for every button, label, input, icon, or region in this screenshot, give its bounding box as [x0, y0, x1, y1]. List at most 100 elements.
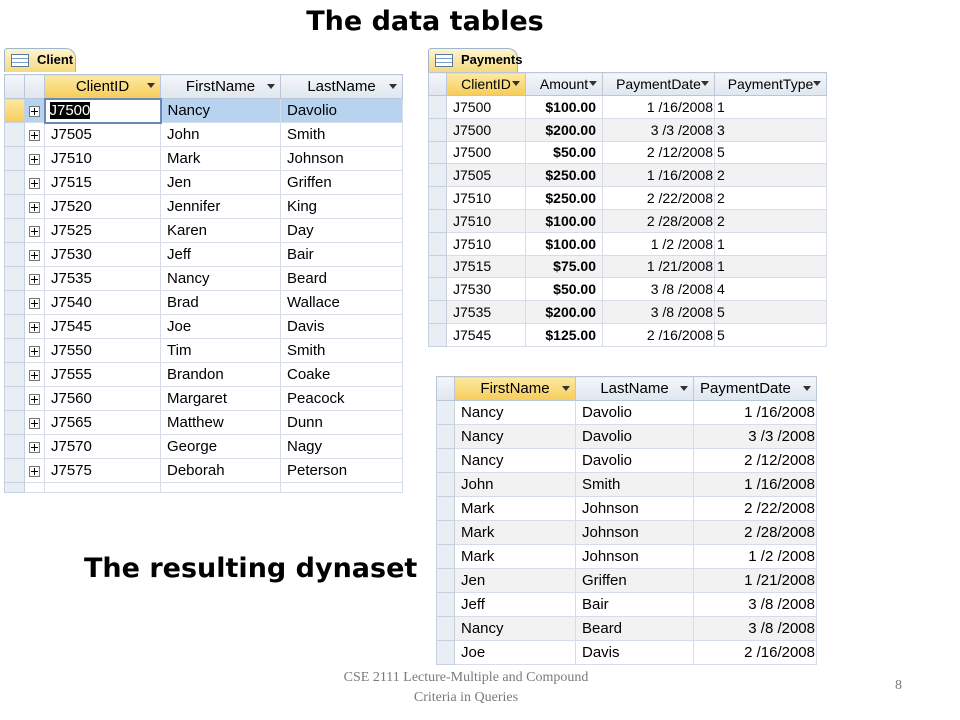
record-selector[interactable]: [436, 448, 455, 473]
cell-firstname[interactable]: Nancy: [454, 400, 576, 425]
column-header-amount[interactable]: Amount: [525, 72, 603, 96]
cell-lastname[interactable]: Beard: [575, 616, 694, 641]
record-selector[interactable]: [4, 314, 25, 339]
column-header-paymentdate[interactable]: PaymentDate: [693, 376, 817, 401]
cell-paymentdate[interactable]: 3 /3 /2008: [602, 117, 715, 142]
cell-paymentdate[interactable]: 3 /8 /2008: [602, 277, 715, 302]
cell-lastname[interactable]: Davolio: [575, 424, 694, 449]
plus-expand-icon[interactable]: [29, 153, 40, 165]
record-selector[interactable]: [428, 277, 447, 302]
cell-paymenttype[interactable]: 2: [714, 208, 827, 233]
record-selector[interactable]: [4, 194, 25, 219]
cell-paymentdate[interactable]: 2 /12/2008: [693, 448, 817, 473]
table-row[interactable]: J7500 $100.00 1 /16/2008 1: [428, 95, 827, 119]
plus-expand-icon[interactable]: [29, 177, 40, 189]
cell-firstname[interactable]: Jen: [454, 568, 576, 593]
record-selector[interactable]: [4, 290, 25, 315]
table-row[interactable]: Jen Griffen 1 /21/2008: [436, 568, 817, 593]
cell-lastname[interactable]: Davolio: [575, 448, 694, 473]
table-row[interactable]: J7510 $100.00 2 /28/2008 2: [428, 208, 827, 233]
record-selector[interactable]: [428, 208, 447, 233]
cell-paymentdate[interactable]: 1 /16/2008: [602, 95, 715, 119]
cell-amount[interactable]: $100.00: [525, 231, 603, 256]
cell-clientid[interactable]: J7505: [446, 163, 526, 188]
cell-firstname[interactable]: Nancy: [160, 98, 281, 123]
record-selector[interactable]: [436, 520, 455, 545]
cell-lastname[interactable]: Smith: [575, 472, 694, 497]
record-selector[interactable]: [4, 434, 25, 459]
table-row[interactable]: J7550 Tim Smith: [4, 338, 403, 363]
record-selector[interactable]: [4, 122, 25, 147]
cell-clientid[interactable]: J7510: [44, 146, 161, 171]
record-selector[interactable]: [4, 218, 25, 243]
cell-lastname[interactable]: Coake: [280, 362, 403, 387]
cell-firstname[interactable]: John: [454, 472, 576, 497]
table-row[interactable]: J7525 Karen Day: [4, 218, 403, 243]
plus-expand-icon[interactable]: [29, 249, 40, 261]
cell-clientid[interactable]: J7525: [44, 218, 161, 243]
cell-paymentdate[interactable]: 3 /8 /2008: [693, 616, 817, 641]
cell-firstname[interactable]: Joe: [160, 314, 281, 339]
record-selector[interactable]: [428, 163, 447, 188]
cell-paymentdate[interactable]: 2 /28/2008: [602, 208, 715, 233]
cell-lastname[interactable]: Nagy: [280, 434, 403, 459]
cell-paymenttype[interactable]: 5: [714, 322, 827, 347]
record-selector[interactable]: [436, 496, 455, 521]
table-row[interactable]: J7510 $250.00 2 /22/2008 2: [428, 186, 827, 210]
cell-paymenttype[interactable]: 5: [714, 140, 827, 165]
cell-firstname[interactable]: Tim: [160, 338, 281, 363]
dropdown-arrow-icon[interactable]: [267, 83, 275, 89]
cell-clientid[interactable]: J7565: [44, 410, 161, 435]
cell-clientid[interactable]: J7500: [446, 95, 526, 119]
cell-paymenttype[interactable]: 1: [714, 231, 827, 256]
cell-paymentdate[interactable]: 2 /16/2008: [602, 322, 715, 347]
cell-paymentdate[interactable]: 1 /2 /2008: [602, 231, 715, 256]
cell-amount[interactable]: $50.00: [525, 140, 603, 165]
expand-cell[interactable]: [24, 290, 45, 315]
cell-firstname[interactable]: Jeff: [454, 592, 576, 617]
cell-lastname[interactable]: Smith: [280, 122, 403, 147]
table-row[interactable]: Joe Davis 2 /16/2008: [436, 640, 817, 665]
cell-clientid[interactable]: J7545: [446, 322, 526, 347]
table-row[interactable]: Jeff Bair 3 /8 /2008: [436, 592, 817, 617]
record-selector[interactable]: [436, 592, 455, 617]
table-row[interactable]: J7500 $200.00 3 /3 /2008 3: [428, 117, 827, 142]
record-selector[interactable]: [428, 300, 447, 324]
expand-cell[interactable]: [24, 266, 45, 291]
cell-firstname[interactable]: Deborah: [160, 458, 281, 483]
cell-firstname[interactable]: Nancy: [160, 266, 281, 291]
column-header-lastname[interactable]: LastName: [280, 74, 403, 99]
record-selector[interactable]: [4, 386, 25, 411]
plus-expand-icon[interactable]: [29, 321, 40, 333]
cell-paymentdate[interactable]: 1 /16/2008: [693, 400, 817, 425]
expand-cell[interactable]: [24, 170, 45, 195]
cell-paymentdate[interactable]: 2 /22/2008: [693, 496, 817, 521]
cell-amount[interactable]: $125.00: [525, 322, 603, 347]
record-selector[interactable]: [4, 362, 25, 387]
cell-amount[interactable]: $100.00: [525, 208, 603, 233]
record-selector[interactable]: [436, 640, 455, 665]
cell-firstname[interactable]: Nancy: [454, 448, 576, 473]
cell-lastname[interactable]: Davolio: [280, 98, 403, 123]
table-row[interactable]: J7545 Joe Davis: [4, 314, 403, 339]
cell-lastname[interactable]: Bair: [575, 592, 694, 617]
expand-cell[interactable]: [24, 194, 45, 219]
cell-lastname[interactable]: Griffen: [280, 170, 403, 195]
table-row[interactable]: Mark Johnson 2 /28/2008: [436, 520, 817, 545]
record-selector[interactable]: [4, 338, 25, 363]
dropdown-arrow-icon[interactable]: [512, 81, 520, 86]
column-header-clientid[interactable]: ClientID: [446, 72, 526, 96]
dropdown-arrow-icon[interactable]: [562, 385, 570, 391]
cell-firstname[interactable]: Jeff: [160, 242, 281, 267]
table-row[interactable]: J7565 Matthew Dunn: [4, 410, 403, 435]
cell-firstname[interactable]: Jennifer: [160, 194, 281, 219]
cell-clientid[interactable]: J7530: [446, 277, 526, 302]
plus-expand-icon[interactable]: [29, 345, 40, 357]
cell-paymenttype[interactable]: 2: [714, 186, 827, 210]
cell-firstname[interactable]: Nancy: [454, 424, 576, 449]
cell-clientid[interactable]: J7560: [44, 386, 161, 411]
record-selector[interactable]: [436, 616, 455, 641]
cell-lastname[interactable]: Peacock: [280, 386, 403, 411]
table-row[interactable]: J7530 Jeff Bair: [4, 242, 403, 267]
cell-amount[interactable]: $250.00: [525, 186, 603, 210]
